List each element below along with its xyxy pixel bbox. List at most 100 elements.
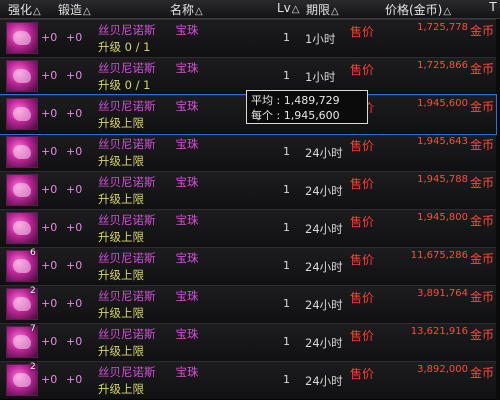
item-name-text: 丝贝尼诺斯 <box>98 251 156 265</box>
item-name-text: 丝贝尼诺斯 <box>98 365 156 379</box>
item-type-text: 宝珠 <box>175 213 199 227</box>
item-name: 丝贝尼诺斯 宝珠 <box>98 326 199 342</box>
enhance-value: +0 <box>41 145 58 158</box>
item-type-text: 宝珠 <box>175 365 199 379</box>
sort-enhance[interactable]: 强化△ <box>8 1 41 18</box>
enhance-value: +0 <box>41 259 58 272</box>
upgrade-status: 升级上限 <box>98 230 144 244</box>
item-type-text: 宝珠 <box>175 61 199 75</box>
price-value: 1,945,800 <box>417 212 468 223</box>
header-level-label: Lv <box>277 1 291 15</box>
header-period-label: 期限 <box>306 3 331 17</box>
period-value: 24小时 <box>305 222 343 236</box>
enhance-value: +0 <box>41 31 58 44</box>
list-item[interactable]: 6 +0 +0 丝贝尼诺斯 宝珠 升级上限 1 24小时 售价 11,675,286 金币 <box>0 247 496 286</box>
sort-level[interactable]: Lv△ <box>277 1 300 15</box>
item-name-text: 丝贝尼诺斯 <box>98 175 156 189</box>
orb-item-icon[interactable] <box>6 212 38 244</box>
price-tag: 售价 <box>350 367 375 381</box>
item-name-text: 丝贝尼诺斯 <box>98 289 156 303</box>
level-value: 1 <box>283 259 290 272</box>
item-name-text: 丝贝尼诺斯 <box>98 327 156 341</box>
forge-value: +0 <box>66 31 83 44</box>
price-tag: 售价 <box>350 329 375 343</box>
sort-period[interactable]: 期限△ <box>306 1 339 18</box>
price-value: 3,892,000 <box>417 364 468 375</box>
price-tag: 售价 <box>350 63 375 77</box>
item-name-text: 丝贝尼诺斯 <box>98 213 156 227</box>
currency-label: 金币 <box>469 100 494 114</box>
level-value: 1 <box>283 31 290 44</box>
sort-price[interactable]: 价格(金币)△ <box>385 1 451 18</box>
item-name-text: 丝贝尼诺斯 <box>98 23 156 37</box>
forge-value: +0 <box>66 373 83 386</box>
item-type-text: 宝珠 <box>175 289 199 303</box>
scroll-top-icon[interactable]: T <box>486 0 500 18</box>
auction-item-list: +0 +0 丝贝尼诺斯 宝珠 升级 0 / 1 1 1小时 售价 1,725,778 金币 +0 +0… <box>0 19 500 400</box>
price-tag: 售价 <box>350 253 375 267</box>
item-name: 丝贝尼诺斯 宝珠 <box>98 174 199 190</box>
period-value: 1小时 <box>305 32 336 46</box>
list-item[interactable]: +0 +0 丝贝尼诺斯 宝珠 升级上限 1 24小时 售价 1,945,800 金币 <box>0 209 496 248</box>
sort-forge[interactable]: 锻造△ <box>58 1 91 18</box>
list-item[interactable]: +0 +0 丝贝尼诺斯 宝珠 升级上限 1 24小时 售价 1,945,643 金币 <box>0 133 496 172</box>
stack-count: 2 <box>30 362 36 372</box>
currency-label: 金币 <box>469 252 494 266</box>
enhance-value: +0 <box>41 221 58 234</box>
stack-count: 6 <box>30 248 36 258</box>
currency-label: 金币 <box>469 62 494 76</box>
item-type-text: 宝珠 <box>175 175 199 189</box>
item-type-text: 宝珠 <box>175 99 199 113</box>
price-value: 13,621,916 <box>410 326 468 337</box>
price-value: 1,945,643 <box>417 136 468 147</box>
enhance-value: +0 <box>41 183 58 196</box>
level-value: 1 <box>283 145 290 158</box>
header-price-label: 价格(金币) <box>385 3 443 17</box>
currency-label: 金币 <box>469 290 494 304</box>
level-value: 1 <box>283 373 290 386</box>
list-item[interactable]: 7 +0 +0 丝贝尼诺斯 宝珠 升级上限 1 24小时 售价 13,621,916 金币 <box>0 323 496 362</box>
item-type-text: 宝珠 <box>175 327 199 341</box>
upgrade-status: 升级上限 <box>98 268 144 282</box>
orb-item-icon[interactable] <box>6 98 38 130</box>
period-value: 24小时 <box>305 298 343 312</box>
item-type-text: 宝珠 <box>175 251 199 265</box>
orb-item-icon[interactable] <box>6 60 38 92</box>
level-value: 1 <box>283 221 290 234</box>
orb-item-icon[interactable] <box>6 136 38 168</box>
period-value: 24小时 <box>305 336 343 350</box>
period-value: 24小时 <box>305 374 343 388</box>
price-value: 1,945,788 <box>417 174 468 185</box>
list-item[interactable]: +0 +0 丝贝尼诺斯 宝珠 升级 0 / 1 1 1小时 售价 1,725,778 金币 <box>0 19 496 58</box>
upgrade-status: 升级上限 <box>98 382 144 396</box>
forge-value: +0 <box>66 335 83 348</box>
price-value: 1,725,866 <box>417 60 468 71</box>
forge-value: +0 <box>66 107 83 120</box>
item-name-text: 丝贝尼诺斯 <box>98 137 156 151</box>
item-name-text: 丝贝尼诺斯 <box>98 61 156 75</box>
price-tag: 售价 <box>350 139 375 153</box>
orb-item-icon[interactable] <box>6 174 38 206</box>
upgrade-status: 升级上限 <box>98 192 144 206</box>
sort-triangle-icon: △ <box>33 6 41 17</box>
level-value: 1 <box>283 183 290 196</box>
period-value: 24小时 <box>305 260 343 274</box>
price-value: 3,891,764 <box>417 288 468 299</box>
upgrade-status: 升级上限 <box>98 116 144 130</box>
orb-item-icon[interactable] <box>6 22 38 54</box>
price-value: 1,725,778 <box>417 22 468 33</box>
currency-label: 金币 <box>469 366 494 380</box>
price-tag: 售价 <box>350 177 375 191</box>
level-value: 1 <box>283 69 290 82</box>
upgrade-status: 升级 0 / 1 <box>98 40 151 54</box>
list-item[interactable]: 2 +0 +0 丝贝尼诺斯 宝珠 升级上限 1 24小时 售价 3,891,764 金币 <box>0 285 496 324</box>
forge-value: +0 <box>66 297 83 310</box>
sort-triangle-icon: △ <box>195 6 203 17</box>
currency-label: 金币 <box>469 24 494 38</box>
sort-name[interactable]: 名称△ <box>170 1 203 18</box>
forge-value: +0 <box>66 145 83 158</box>
upgrade-status: 升级 0 / 1 <box>98 78 151 92</box>
list-item[interactable]: 2 +0 +0 丝贝尼诺斯 宝珠 升级上限 1 24小时 售价 3,892,000 金币 <box>0 361 496 400</box>
sort-triangle-icon: △ <box>331 6 339 17</box>
list-item[interactable]: +0 +0 丝贝尼诺斯 宝珠 升级上限 1 24小时 售价 1,945,788 金币 <box>0 171 496 210</box>
